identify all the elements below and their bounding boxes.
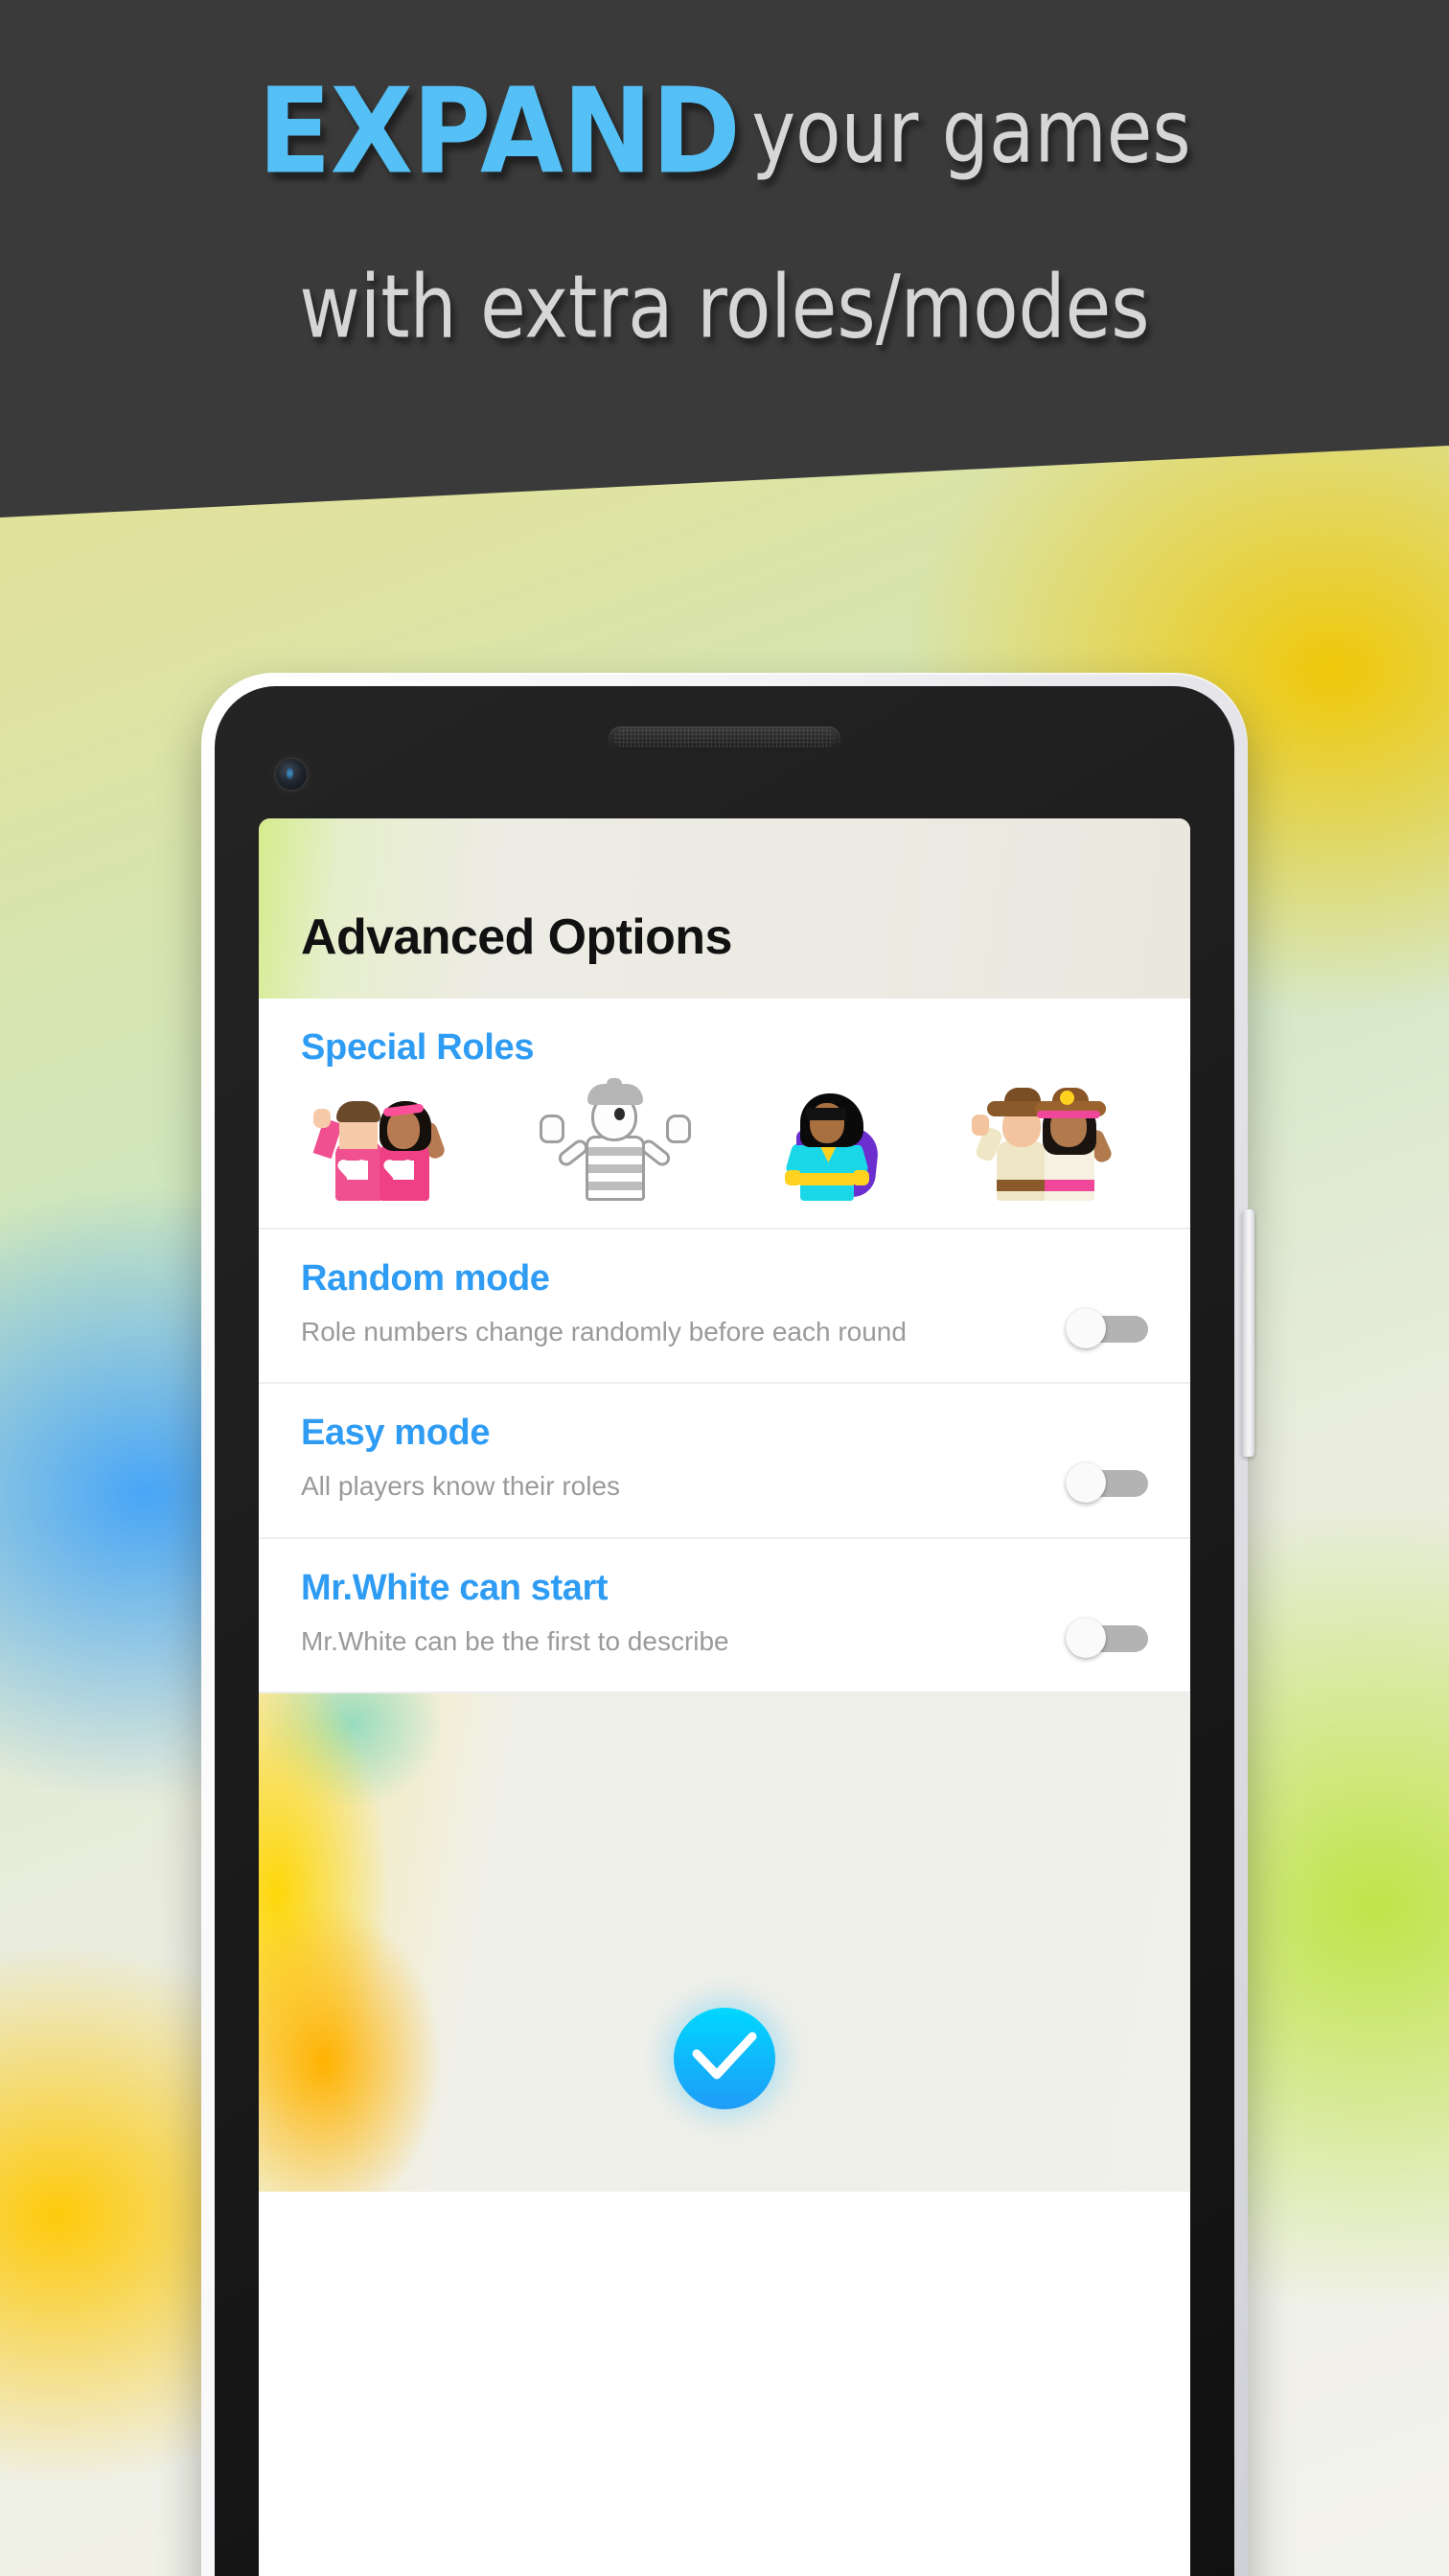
- cowboy-role-icon[interactable]: [968, 1082, 1138, 1201]
- toggle-easy-mode[interactable]: [1066, 1462, 1148, 1504]
- promo-headline-line2: with extra roles/modes: [0, 257, 1449, 358]
- toggle-thumb: [1066, 1462, 1106, 1504]
- toggle-thumb: [1066, 1617, 1106, 1658]
- phone-mockup: Advanced Options Special Roles Random mo…: [201, 673, 1254, 2576]
- app-bar: Advanced Options: [259, 818, 1190, 999]
- phone-body: Advanced Options Special Roles Random mo…: [215, 686, 1234, 2576]
- setting-text: Mr.White can start Mr.White can be the f…: [301, 1568, 1066, 1659]
- setting-text: Easy mode All players know their roles: [301, 1413, 1066, 1504]
- phone-power-button[interactable]: [1242, 1209, 1254, 1457]
- setting-row-mrwhite-can-start[interactable]: Mr.White can start Mr.White can be the f…: [259, 1538, 1190, 1694]
- setting-row-random-mode[interactable]: Random mode Role numbers change randomly…: [259, 1230, 1190, 1385]
- setting-description: Mr.White can be the first to describe: [301, 1625, 729, 1656]
- front-camera-icon: [276, 759, 307, 790]
- lovers-role-icon[interactable]: [310, 1082, 481, 1201]
- earpiece-mesh: [614, 729, 835, 748]
- promo-line2-text: with extra roles/modes: [299, 257, 1150, 358]
- setting-text: Random mode Role numbers change randomly…: [301, 1258, 1066, 1349]
- toggle-thumb: [1066, 1308, 1106, 1348]
- phone-screen: Advanced Options Special Roles Random mo…: [259, 818, 1190, 2576]
- setting-description: Role numbers change randomly before each…: [301, 1317, 907, 1346]
- special-roles-section: Special Roles: [259, 999, 1190, 1230]
- promo-screenshot: EXPAND your games with extra roles/modes …: [0, 0, 1449, 2576]
- toggle-random-mode[interactable]: [1066, 1308, 1148, 1348]
- setting-description: All players know their roles: [301, 1471, 621, 1502]
- setting-title: Easy mode: [301, 1413, 491, 1454]
- setting-title: Random mode: [301, 1258, 550, 1299]
- special-roles-title: Special Roles: [301, 1027, 535, 1068]
- promo-word-expand: EXPAND: [258, 62, 741, 200]
- setting-title: Mr.White can start: [301, 1567, 609, 1608]
- app-content: Special Roles Random mode Role numbers c…: [259, 999, 1190, 2193]
- earpiece-speaker-icon: [609, 726, 840, 750]
- app-background-area: [259, 1693, 1190, 2193]
- promo-line1-rest: your games: [751, 81, 1191, 183]
- page-title: Advanced Options: [301, 909, 732, 965]
- mime-role-icon[interactable]: [530, 1078, 701, 1201]
- promo-headline-line1: EXPAND your games: [0, 72, 1449, 190]
- superhero-role-icon[interactable]: [748, 1082, 919, 1201]
- check-icon: [692, 2032, 757, 2080]
- toggle-mrwhite-can-start[interactable]: [1066, 1617, 1148, 1658]
- setting-row-easy-mode[interactable]: Easy mode All players know their roles: [259, 1384, 1190, 1539]
- special-roles-list: [301, 1069, 1148, 1201]
- confirm-button[interactable]: [674, 2008, 775, 2110]
